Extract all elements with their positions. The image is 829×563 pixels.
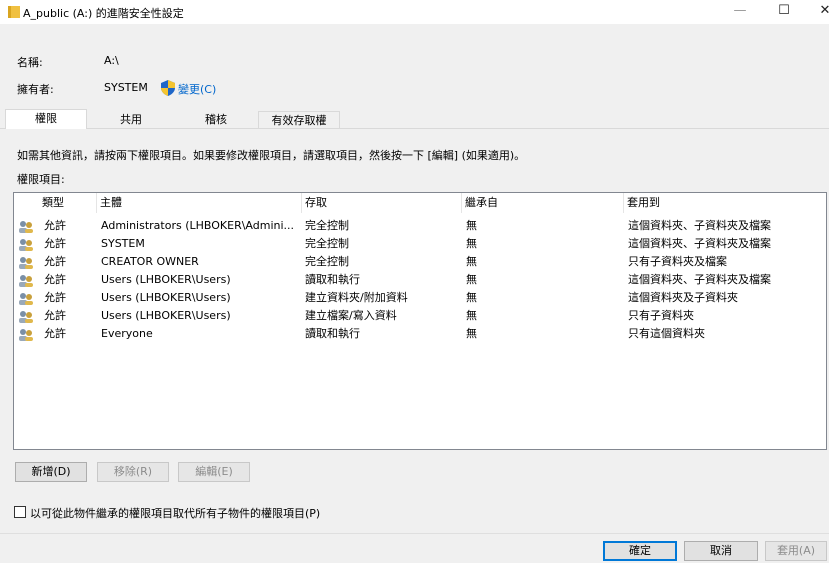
tab-effective-access[interactable]: 有效存取權: [258, 111, 340, 128]
cell-inherited-from: 無: [466, 327, 477, 340]
cell-type: 允許: [44, 237, 66, 250]
cell-inherited-from: 無: [466, 309, 477, 322]
uac-shield-icon: [161, 80, 175, 96]
permission-entries-label: 權限項目:: [17, 173, 65, 186]
tab-divider: [0, 128, 829, 129]
cell-type: 允許: [44, 273, 66, 286]
user-group-icon: [19, 293, 33, 305]
column-header-icon: [14, 193, 39, 213]
change-owner-link[interactable]: 變更(C): [178, 81, 216, 97]
user-group-icon: [19, 275, 33, 287]
name-value: A:\: [104, 54, 119, 67]
tab-auditing[interactable]: 稽核: [174, 111, 258, 128]
title-bar: A_public (A:) 的進階安全性設定 — ☐ ✕: [0, 0, 829, 24]
cell-applies-to: 只有子資料夾: [628, 309, 694, 322]
cell-access: 完全控制: [305, 219, 349, 232]
table-row[interactable]: 允許 Users (LHBOKER\Users) 讀取和執行 無 這個資料夾、子…: [14, 271, 826, 289]
name-label: 名稱:: [17, 56, 43, 69]
cell-inherited-from: 無: [466, 291, 477, 304]
cell-principal: SYSTEM: [101, 237, 145, 250]
ok-button[interactable]: 確定: [603, 541, 677, 561]
user-group-icon: [19, 239, 33, 251]
column-header-type[interactable]: 類型: [39, 193, 97, 213]
edit-button[interactable]: 編輯(E): [178, 462, 250, 482]
cell-access: 完全控制: [305, 255, 349, 268]
user-group-icon: [19, 311, 33, 323]
cell-applies-to: 這個資料夾、子資料夾及檔案: [628, 273, 771, 286]
table-row[interactable]: 允許 Administrators (LHBOKER\Admini... 完全控…: [14, 217, 826, 235]
cell-inherited-from: 無: [466, 273, 477, 286]
remove-button[interactable]: 移除(R): [97, 462, 169, 482]
close-button[interactable]: ✕: [805, 0, 829, 24]
maximize-button[interactable]: ☐: [764, 0, 804, 24]
add-button[interactable]: 新增(D): [15, 462, 87, 482]
cell-applies-to: 這個資料夾、子資料夾及檔案: [628, 237, 771, 250]
cell-applies-to: 這個資料夾及子資料夾: [628, 291, 738, 304]
column-header-access[interactable]: 存取: [302, 193, 462, 213]
apply-button[interactable]: 套用(A): [765, 541, 827, 561]
cell-access: 讀取和執行: [305, 273, 360, 286]
table-row[interactable]: 允許 Users (LHBOKER\Users) 建立資料夾/附加資料 無 這個…: [14, 289, 826, 307]
table-row[interactable]: 允許 Everyone 讀取和執行 無 只有這個資料夾: [14, 325, 826, 343]
cell-access: 讀取和執行: [305, 327, 360, 340]
user-group-icon: [19, 329, 33, 341]
cell-principal: Administrators (LHBOKER\Admini...: [101, 219, 295, 232]
column-header-inherited-from[interactable]: 繼承自: [462, 193, 624, 213]
owner-label: 擁有者:: [17, 83, 54, 96]
replace-child-permissions-checkbox[interactable]: [14, 506, 26, 518]
folder-icon: [8, 6, 20, 18]
table-row[interactable]: 允許 Users (LHBOKER\Users) 建立檔案/寫入資料 無 只有子…: [14, 307, 826, 325]
window-title: A_public (A:) 的進階安全性設定: [23, 7, 184, 20]
cell-type: 允許: [44, 255, 66, 268]
owner-value: SYSTEM: [104, 81, 148, 94]
table-row[interactable]: 允許 SYSTEM 完全控制 無 這個資料夾、子資料夾及檔案: [14, 235, 826, 253]
tab-permissions[interactable]: 權限: [5, 110, 87, 127]
cell-inherited-from: 無: [466, 219, 477, 232]
cell-applies-to: 只有子資料夾及檔案: [628, 255, 727, 268]
user-group-icon: [19, 221, 33, 233]
permission-entries-list[interactable]: 類型 主體 存取 繼承自 套用到 允許 Administrators (LHBO…: [13, 192, 827, 450]
column-header-principal[interactable]: 主體: [97, 193, 302, 213]
cell-inherited-from: 無: [466, 255, 477, 268]
cell-type: 允許: [44, 291, 66, 304]
cell-access: 完全控制: [305, 237, 349, 250]
cell-principal: Users (LHBOKER\Users): [101, 273, 231, 286]
column-header-applies-to[interactable]: 套用到: [624, 193, 826, 213]
cell-applies-to: 只有這個資料夾: [628, 327, 705, 340]
cell-principal: Users (LHBOKER\Users): [101, 309, 231, 322]
minimize-button[interactable]: —: [720, 0, 760, 24]
table-row[interactable]: 允許 CREATOR OWNER 完全控制 無 只有子資料夾及檔案: [14, 253, 826, 271]
tab-sharing[interactable]: 共用: [88, 111, 174, 128]
cancel-button[interactable]: 取消: [684, 541, 758, 561]
cell-type: 允許: [44, 219, 66, 232]
cell-principal: Everyone: [101, 327, 153, 340]
user-group-icon: [19, 257, 33, 269]
cell-type: 允許: [44, 309, 66, 322]
info-text: 如需其他資訊，請按兩下權限項目。如果要修改權限項目，請選取項目，然後按一下 [編…: [17, 149, 526, 162]
cell-access: 建立資料夾/附加資料: [305, 291, 408, 304]
cell-principal: CREATOR OWNER: [101, 255, 199, 268]
cell-inherited-from: 無: [466, 237, 477, 250]
cell-access: 建立檔案/寫入資料: [305, 309, 397, 322]
replace-child-permissions-label[interactable]: 以可從此物件繼承的權限項目取代所有子物件的權限項目(P): [30, 505, 320, 521]
cell-principal: Users (LHBOKER\Users): [101, 291, 231, 304]
cell-type: 允許: [44, 327, 66, 340]
cell-applies-to: 這個資料夾、子資料夾及檔案: [628, 219, 771, 232]
